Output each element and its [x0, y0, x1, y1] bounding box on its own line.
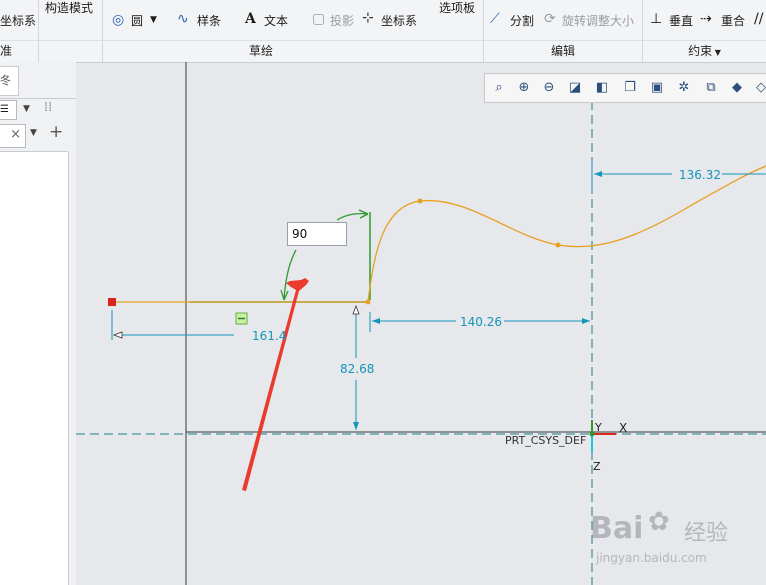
line-start-point: [108, 298, 116, 306]
watermark: Bai ✿ 经验 jingyan.baidu.com: [588, 497, 766, 579]
graphics-toolbar: ⌕ ⊕ ⊖ ◪ ◧ ❐ ▣ ✲ ⧉ ◆ ◇: [484, 73, 766, 103]
angle-dimension-input[interactable]: [287, 222, 347, 246]
zoom-in-icon[interactable]: ⊕: [514, 78, 534, 98]
axis-y-label: Y: [595, 421, 602, 434]
sketch-spline: [367, 165, 766, 303]
repaint-icon[interactable]: ◪: [565, 78, 585, 98]
watermark-brand-suffix: 经验: [684, 521, 729, 546]
display-style-icon[interactable]: ◧: [592, 78, 612, 98]
csys-label: PRT_CSYS_DEF: [505, 434, 587, 447]
dimension-136[interactable]: 136.32: [679, 168, 721, 182]
dimension-161[interactable]: 161.4: [252, 329, 286, 343]
saved-views-icon[interactable]: ❐: [620, 78, 640, 98]
watermark-url: jingyan.baidu.com: [596, 551, 707, 565]
spline-start-point: [365, 299, 371, 305]
watermark-brand: Bai: [590, 511, 644, 546]
red-arrow-annotation: [242, 278, 309, 491]
dimension-82[interactable]: 82.68: [340, 362, 374, 376]
axis-z-label: Z: [593, 460, 601, 473]
refit-icon[interactable]: ⌕: [489, 78, 509, 98]
sketch-view-icon[interactable]: ◆: [727, 78, 747, 98]
spline-point: [555, 242, 561, 248]
zoom-out-icon[interactable]: ⊖: [539, 78, 559, 98]
sketch-display-icon[interactable]: ⧉: [701, 78, 721, 98]
spline-point: [417, 198, 423, 204]
axis-x-label: X: [619, 421, 628, 435]
paw-icon: ✿: [648, 507, 670, 537]
datum-display-icon[interactable]: ✲: [674, 78, 694, 98]
view-manager-icon[interactable]: ▣: [647, 78, 667, 98]
dimension-140[interactable]: 140.26: [460, 315, 502, 329]
angle-arc-lower: [283, 249, 297, 301]
orient-icon[interactable]: ◇: [751, 78, 766, 98]
